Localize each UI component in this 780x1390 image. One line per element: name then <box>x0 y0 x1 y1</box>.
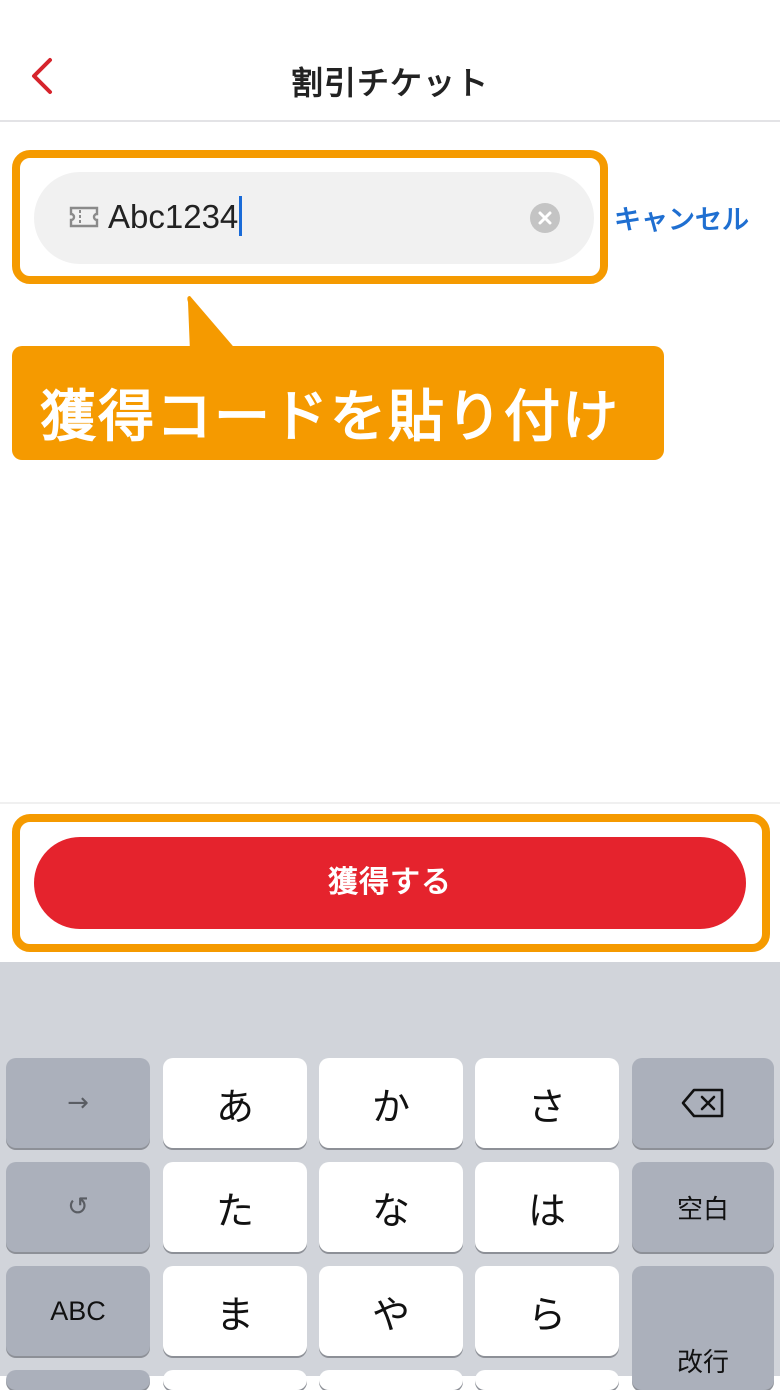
key-label: 改行 <box>676 1348 729 1378</box>
key-ka[interactable]: か <box>319 1058 463 1148</box>
key-ra[interactable]: ら <box>475 1266 619 1356</box>
key-label: か <box>371 1084 410 1129</box>
callout-pointer <box>187 296 238 352</box>
key-na[interactable]: な <box>319 1162 463 1252</box>
key-ha[interactable]: は <box>475 1162 619 1252</box>
key-label: ま <box>215 1292 254 1337</box>
callout-text: 獲得コードを貼り付け <box>40 385 620 450</box>
undo-icon: ↺ <box>67 1192 89 1222</box>
key-label: あ <box>215 1084 254 1129</box>
divider <box>0 802 780 804</box>
key-a[interactable]: あ <box>163 1058 307 1148</box>
key-label: た <box>215 1188 254 1233</box>
instruction-callout: 獲得コードを貼り付け <box>12 346 664 460</box>
key-label: さ <box>527 1084 566 1129</box>
navigation-bar: 割引チケット <box>0 0 780 122</box>
key-ta[interactable]: た <box>163 1162 307 1252</box>
key-undo[interactable]: ↺ <box>6 1162 150 1252</box>
key-abc[interactable]: ABC <box>6 1266 150 1356</box>
key-ya[interactable]: や <box>319 1266 463 1356</box>
key-label: や <box>371 1292 410 1337</box>
key-partial[interactable] <box>319 1370 463 1390</box>
cancel-button[interactable]: キャンセル <box>614 198 749 237</box>
key-arrow-right[interactable]: → <box>6 1058 150 1148</box>
backspace-icon <box>681 1088 724 1118</box>
search-highlight-frame <box>12 150 608 284</box>
key-sa[interactable]: さ <box>475 1058 619 1148</box>
key-label: → <box>67 1088 89 1118</box>
key-partial[interactable] <box>6 1370 150 1390</box>
key-ma[interactable]: ま <box>163 1266 307 1356</box>
key-label: は <box>527 1188 566 1233</box>
key-partial[interactable] <box>475 1370 619 1390</box>
button-highlight-frame <box>12 814 770 952</box>
key-label: な <box>371 1188 410 1233</box>
key-partial[interactable] <box>163 1370 307 1390</box>
page-title: 割引チケット <box>290 64 489 102</box>
keyboard: → あ か さ ↺ た な は 空白 ABC ま や ら 改行 <box>0 962 780 1390</box>
key-label: 空白 <box>676 1194 729 1225</box>
key-space[interactable]: 空白 <box>632 1162 774 1252</box>
key-label: ABC <box>50 1295 106 1326</box>
key-backspace[interactable] <box>632 1058 774 1148</box>
key-return[interactable]: 改行 <box>632 1266 774 1390</box>
key-label: ら <box>527 1292 566 1337</box>
